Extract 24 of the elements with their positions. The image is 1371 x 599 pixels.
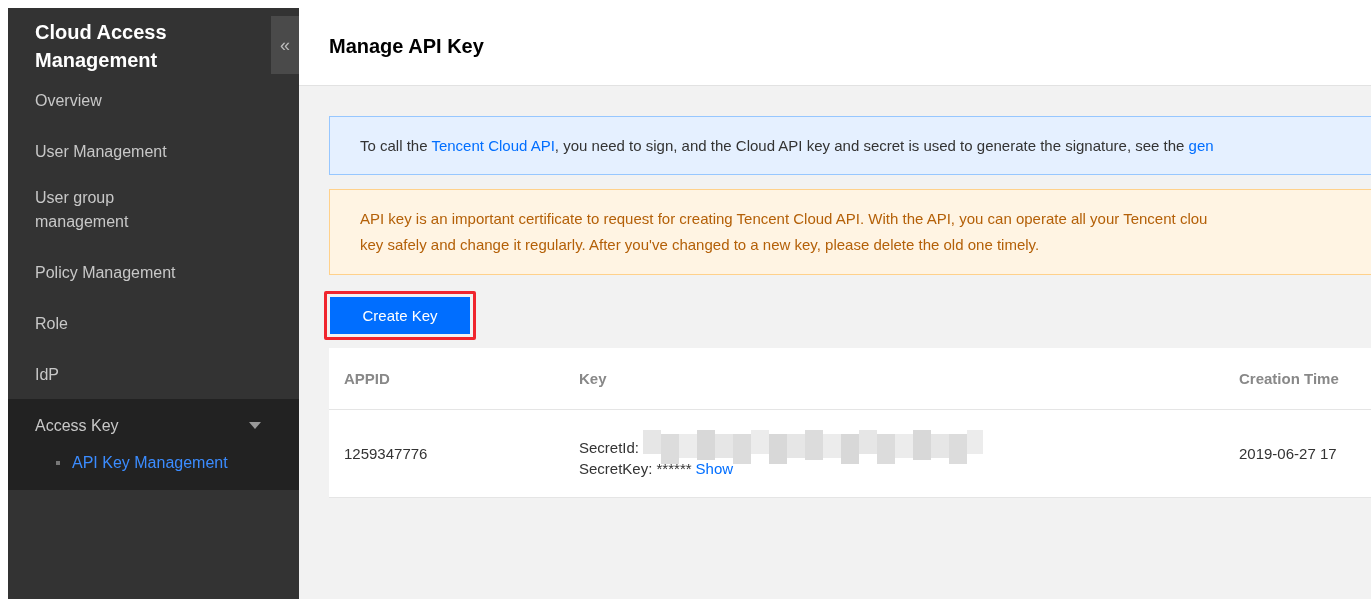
table-cell-text: 2019-06-27 17: [1238, 444, 1338, 464]
nav-item[interactable]: IdP: [8, 348, 299, 399]
table-cell-text: 1259347776: [343, 444, 429, 464]
sidebar-title: Cloud Access Management: [35, 20, 168, 73]
nav-item[interactable]: Role: [8, 297, 299, 348]
secret-id-label: SecretId:: [579, 438, 640, 456]
collapse-button[interactable]: «: [271, 16, 299, 74]
nav-subitem[interactable]: API Key Management: [72, 454, 228, 472]
page-title: Manage API Key: [329, 35, 484, 58]
nav-item[interactable]: User group management: [8, 176, 215, 246]
column-header: APPID: [343, 369, 391, 389]
nav-item[interactable]: Access Key: [8, 399, 299, 450]
nav-item[interactable]: User Management: [8, 125, 299, 176]
create-key-button[interactable]: Create Key: [330, 297, 470, 334]
guide-link[interactable]: gen: [1188, 137, 1214, 154]
warning-notice: API key is an important certificate to request for creating Tencent Cloud API. With the API, you can operate all your Tencent clou key safely and change it regularly. After you've changed to a new key, please delete the old one timely.: [329, 189, 1371, 275]
api-link[interactable]: Tencent Cloud API: [431, 137, 555, 154]
info-notice: To call the Tencent Cloud API, you need to sign, and the Cloud API key and secret is used to generate the signature, see the gen: [329, 116, 1371, 175]
column-header: Creation Time: [1238, 369, 1340, 389]
nav-item[interactable]: Overview: [8, 74, 299, 125]
nav-item[interactable]: Policy Management: [8, 246, 299, 297]
show-link[interactable]: Show: [695, 460, 734, 477]
secret-key-label: SecretKey: ******: [579, 460, 692, 477]
column-header: Key: [578, 369, 608, 389]
